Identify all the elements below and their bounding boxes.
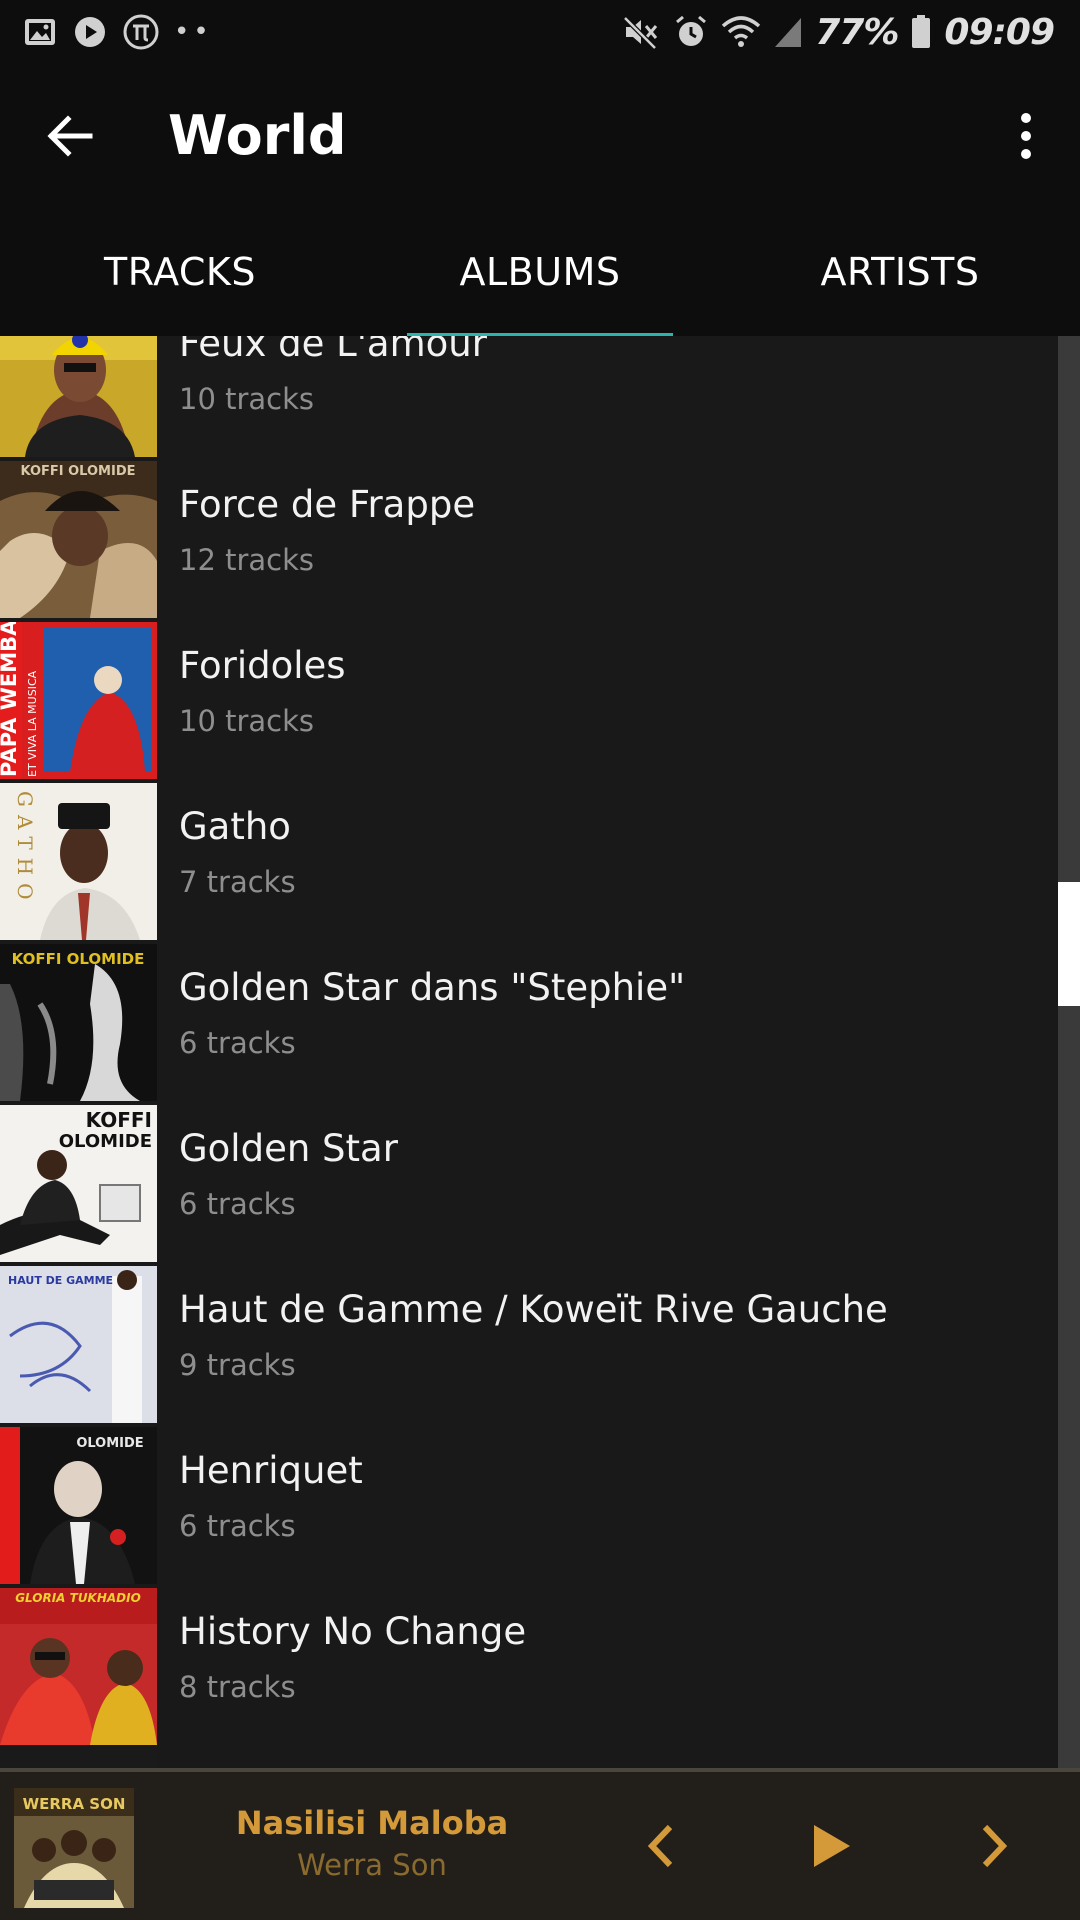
cover-text: ET VIVA LA MUSICA xyxy=(26,670,39,777)
album-title: Foridoles xyxy=(179,644,346,687)
album-title: Gatho xyxy=(179,805,291,848)
previous-button[interactable] xyxy=(625,1808,695,1884)
album-track-count: 9 tracks xyxy=(179,1348,296,1382)
cover-text: OLOMIDE xyxy=(76,1436,143,1451)
cover-text: GLORIA TUKHADIO xyxy=(15,1591,141,1605)
cover-text: KOFFI OLOMIDE xyxy=(20,464,135,479)
now-playing-bar[interactable]: WERRA SON Nasilisi Maloba Werra Son xyxy=(0,1772,1080,1920)
signal-icon xyxy=(775,18,802,47)
album-row[interactable] xyxy=(0,1749,1058,1768)
play-store-icon xyxy=(75,17,105,47)
album-row[interactable]: KOFFI OLOMIDE Golden Star 6 tracks xyxy=(0,1105,1058,1266)
album-cover: KOFFI OLOMIDE xyxy=(0,944,157,1101)
album-cover: GATHO xyxy=(0,783,157,940)
tab-tracks[interactable]: TRACKS xyxy=(0,208,360,336)
album-track-count: 6 tracks xyxy=(179,1026,296,1060)
album-title: Henriquet xyxy=(179,1449,363,1492)
album-title: Haut de Gamme / Koweït Rive Gauche xyxy=(179,1288,888,1331)
tab-label: ALBUMS xyxy=(459,250,621,294)
album-cover: HAUT DE GAMME xyxy=(0,1266,157,1423)
tab-label: TRACKS xyxy=(104,250,256,294)
cover-text: WERRA SON xyxy=(23,1795,126,1813)
album-row[interactable]: Feux de L'amour 10 tracks xyxy=(0,336,1058,461)
arrow-left-icon[interactable] xyxy=(40,106,100,166)
cover-text: HAUT DE GAMME xyxy=(8,1274,113,1287)
gallery-icon xyxy=(25,19,55,45)
album-cover: PAPA WEMBA ET VIVA LA MUSICA xyxy=(0,622,157,779)
album-cover xyxy=(0,336,157,457)
system-icons: 77% 09:09 xyxy=(623,10,1055,54)
album-list[interactable]: Feux de L'amour 10 tracks KOFFI OLOMIDE … xyxy=(0,336,1058,1768)
album-cover: KOFFI OLOMIDE xyxy=(0,1105,157,1262)
album-row[interactable]: OLOMIDE Henriquet 6 tracks xyxy=(0,1427,1058,1588)
cover-text: GATHO xyxy=(13,791,37,908)
chevron-right-icon xyxy=(982,1824,1008,1868)
album-row[interactable]: KOFFI OLOMIDE Force de Frappe 12 tracks xyxy=(0,461,1058,622)
next-button[interactable] xyxy=(960,1808,1030,1884)
wifi-icon xyxy=(722,16,761,47)
cover-text: KOFFI xyxy=(86,1108,152,1132)
app-bar: World xyxy=(0,64,1080,208)
cover-text: KOFFI OLOMIDE xyxy=(12,950,145,968)
album-title: Feux de L'amour xyxy=(179,336,487,365)
album-cover: OLOMIDE xyxy=(0,1427,157,1584)
scrollbar-thumb[interactable] xyxy=(1058,882,1080,1006)
battery-percent: 77% xyxy=(815,11,899,53)
cover-text: OLOMIDE xyxy=(59,1131,152,1152)
album-title: Golden Star xyxy=(179,1127,398,1170)
album-row[interactable]: HAUT DE GAMME Haut de Gamme / Koweït Riv… xyxy=(0,1266,1058,1427)
notification-icons: •• xyxy=(22,14,213,50)
tab-bar: TRACKS ALBUMS ARTISTS xyxy=(0,208,1080,336)
clock: 09:09 xyxy=(944,11,1055,53)
play-button[interactable] xyxy=(796,1808,866,1884)
play-icon xyxy=(814,1825,850,1867)
album-track-count: 10 tracks xyxy=(179,704,315,738)
album-cover: GLORIA TUKHADIO xyxy=(0,1588,157,1745)
album-cover: KOFFI OLOMIDE xyxy=(0,461,157,618)
status-bar: •• 77% 09:09 xyxy=(0,0,1080,64)
album-track-count: 12 tracks xyxy=(179,543,315,577)
album-track-count: 6 tracks xyxy=(179,1187,296,1221)
more-vertical-icon[interactable] xyxy=(990,104,1050,168)
album-row[interactable]: GATHO Gatho 7 tracks xyxy=(0,783,1058,944)
tab-label: ARTISTS xyxy=(820,250,980,294)
page-title: World xyxy=(168,104,347,167)
more-notifications-icon: •• xyxy=(174,17,213,47)
mute-icon xyxy=(623,16,658,50)
tab-albums[interactable]: ALBUMS xyxy=(360,208,720,336)
pi-icon xyxy=(123,14,159,50)
now-playing-artist: Werra Son xyxy=(297,1848,447,1882)
album-title: Force de Frappe xyxy=(179,483,476,526)
tab-artists[interactable]: ARTISTS xyxy=(720,208,1080,336)
cover-text: PAPA WEMBA xyxy=(0,622,21,777)
scrollbar-track[interactable] xyxy=(1058,336,1080,1768)
battery-icon xyxy=(912,15,931,48)
album-title: Golden Star dans "Stephie" xyxy=(179,966,686,1009)
album-row[interactable]: GLORIA TUKHADIO History No Change 8 trac… xyxy=(0,1588,1058,1749)
now-playing-title: Nasilisi Maloba xyxy=(235,1804,509,1842)
album-track-count: 8 tracks xyxy=(179,1670,296,1704)
album-track-count: 7 tracks xyxy=(179,865,296,899)
album-track-count: 6 tracks xyxy=(179,1509,296,1543)
album-row[interactable]: PAPA WEMBA ET VIVA LA MUSICA Foridoles 1… xyxy=(0,622,1058,783)
album-row[interactable]: KOFFI OLOMIDE Golden Star dans "Stephie"… xyxy=(0,944,1058,1105)
alarm-icon xyxy=(676,15,707,46)
album-cover xyxy=(0,1749,157,1768)
chevron-left-icon xyxy=(647,1824,673,1868)
album-title: History No Change xyxy=(179,1610,527,1653)
album-track-count: 10 tracks xyxy=(179,382,315,416)
now-playing-cover[interactable]: WERRA SON xyxy=(14,1788,134,1908)
